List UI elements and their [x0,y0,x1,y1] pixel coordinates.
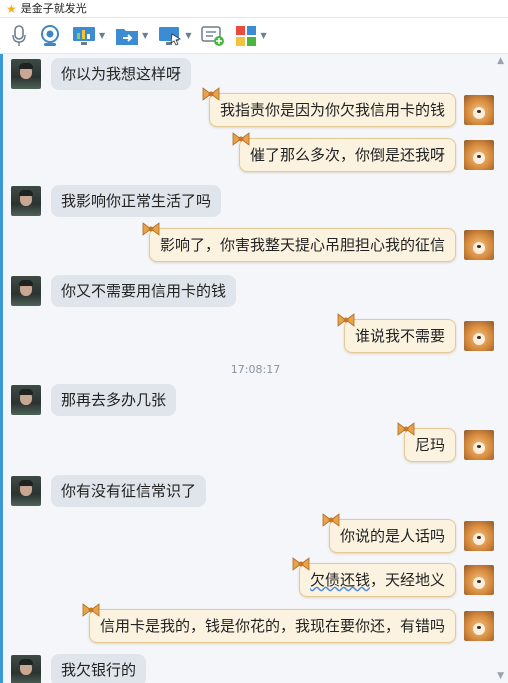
message-incoming: 我影响你正常生活了吗 [11,185,222,217]
bow-decoration-icon [232,132,250,146]
remote-desktop-button[interactable]: ▼ [158,23,191,49]
message-outgoing: 尼玛 [397,422,494,462]
bow-decoration-icon [142,222,160,236]
avatar[interactable] [464,611,494,641]
avatar[interactable] [11,385,41,415]
message-bubble[interactable]: 你说的是人话吗 [322,513,456,553]
message-bubble[interactable]: 那再去多办几张 [51,384,177,416]
title-bar: ★ 是金子就发光 [0,0,508,18]
message-add-icon [201,25,225,46]
message-text: 我指责你是因为你欠我信用卡的钱 [219,101,445,119]
avatar[interactable] [11,276,41,306]
scroll-down-icon[interactable]: ▼ [497,671,504,681]
message-outgoing: 谁说我不需要 [337,313,494,353]
message-text: 谁说我不需要 [354,327,445,345]
message-incoming: 那再去多办几张 [11,384,177,416]
microphone-button[interactable] [10,23,28,49]
avatar[interactable] [464,321,494,351]
video-call-button[interactable] [38,23,62,49]
message-bubble[interactable]: 你以为我想这样呀 [51,58,192,90]
message-text: ，天经地义 [369,571,445,589]
message-bubble[interactable]: 尼玛 [397,422,456,462]
bow-decoration-icon [292,557,310,571]
avatar[interactable] [11,186,41,216]
message-text: 信用卡是我的，钱是你花的，我现在要你还，有错吗 [99,617,445,635]
message-outgoing: 欠债还钱，天经地义 [292,557,494,597]
bow-decoration-icon [397,422,415,436]
message-add-button[interactable] [201,23,225,49]
screen-share-button[interactable]: ▼ [72,23,105,49]
message-incoming: 你又不需要用信用卡的钱 [11,275,237,307]
bow-decoration-icon [337,313,355,327]
scroll-up-icon[interactable]: ▲ [497,56,504,66]
avatar[interactable] [464,521,494,551]
microphone-icon [12,24,26,46]
chevron-down-icon[interactable]: ▼ [260,31,266,40]
message-bubble[interactable]: 催了那么多次，你倒是还我呀 [232,132,456,172]
avatar[interactable] [464,140,494,170]
toolbar: ▼ ▼ ▼ ▼ [0,18,508,54]
message-bubble[interactable]: 欠债还钱，天经地义 [292,557,456,597]
avatar[interactable] [11,476,41,506]
apps-button[interactable]: ▼ [235,23,267,49]
remote-desktop-icon [159,26,182,46]
message-bubble[interactable]: 我指责你是因为你欠我信用卡的钱 [202,87,456,127]
chevron-down-icon[interactable]: ▼ [99,31,105,40]
message-incoming: 你有没有征信常识了 [11,475,207,507]
message-incoming: 我欠银行的 [11,654,147,683]
message-bubble[interactable]: 你又不需要用信用卡的钱 [51,275,237,307]
screen-share-icon [73,26,95,45]
message-timestamp: 17:08:17 [230,363,281,376]
apps-icon [236,25,257,46]
window-title: 是金子就发光 [20,1,87,15]
avatar[interactable] [464,95,494,125]
bow-decoration-icon [82,603,100,617]
message-text-underlined: 欠债还钱 [309,571,370,589]
message-text: 你说的是人话吗 [339,527,445,545]
message-incoming: 你以为我想这样呀 [11,58,192,90]
message-text: 催了那么多次，你倒是还我呀 [249,146,445,164]
avatar[interactable] [11,655,41,683]
message-outgoing: 我指责你是因为你欠我信用卡的钱 [202,87,494,127]
message-text: 影响了，你害我整天提心吊胆担心我的征信 [159,236,445,254]
chevron-down-icon[interactable]: ▼ [185,31,191,40]
message-bubble[interactable]: 谁说我不需要 [337,313,456,353]
avatar[interactable] [464,230,494,260]
avatar[interactable] [464,430,494,460]
message-outgoing: 影响了，你害我整天提心吊胆担心我的征信 [142,222,494,262]
message-bubble[interactable]: 影响了，你害我整天提心吊胆担心我的征信 [142,222,456,262]
star-icon: ★ [6,1,17,16]
message-bubble[interactable]: 你有没有征信常识了 [51,475,207,507]
avatar[interactable] [464,565,494,595]
video-icon [41,24,59,46]
message-outgoing: 催了那么多次，你倒是还我呀 [232,132,494,172]
message-outgoing: 信用卡是我的，钱是你花的，我现在要你还，有错吗 [82,603,494,643]
chat-history[interactable]: ▲ 你以为我想这样呀 我指责你是因为你欠我信用卡的钱 催了那么多次，你倒是还我呀… [3,54,508,683]
message-bubble[interactable]: 我欠银行的 [51,654,147,683]
message-text: 尼玛 [414,436,445,454]
file-transfer-button[interactable]: ▼ [115,23,148,49]
avatar[interactable] [11,59,41,89]
file-transfer-icon [116,28,139,45]
message-outgoing: 你说的是人话吗 [322,513,494,553]
bow-decoration-icon [202,87,220,101]
message-bubble[interactable]: 信用卡是我的，钱是你花的，我现在要你还，有错吗 [82,603,456,643]
chevron-down-icon[interactable]: ▼ [142,31,148,40]
message-bubble[interactable]: 我影响你正常生活了吗 [51,185,222,217]
bow-decoration-icon [322,513,340,527]
